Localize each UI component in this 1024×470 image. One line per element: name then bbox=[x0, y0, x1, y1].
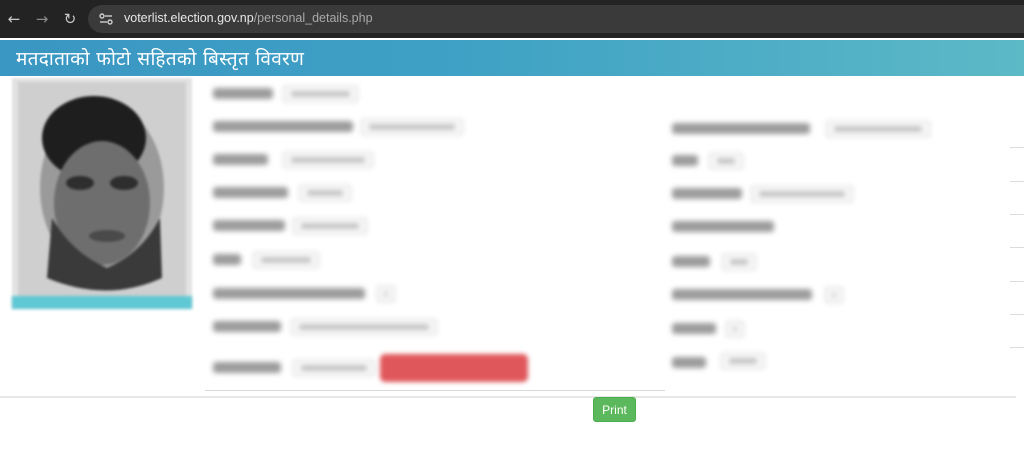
back-arrow-icon[interactable]: ← bbox=[4, 9, 24, 29]
redacted-value bbox=[708, 152, 744, 170]
redacted-label bbox=[672, 289, 812, 300]
panel-edge bbox=[1016, 76, 1024, 396]
site-settings-icon[interactable] bbox=[98, 11, 114, 27]
redacted-value bbox=[292, 359, 376, 377]
print-button[interactable]: Print bbox=[593, 397, 636, 422]
redacted-value bbox=[282, 151, 374, 169]
redacted-label bbox=[213, 321, 281, 332]
redacted-label bbox=[213, 154, 268, 165]
redacted-value bbox=[292, 217, 368, 235]
url-domain: voterlist.election.gov.np bbox=[124, 11, 254, 25]
redacted-label bbox=[672, 357, 706, 368]
reload-icon[interactable]: ↻ bbox=[60, 9, 80, 29]
browser-toolbar: ← → ↻ voterlist.election.gov.np/personal… bbox=[0, 0, 1024, 38]
url-path: /personal_details.php bbox=[253, 11, 373, 25]
redacted-label bbox=[672, 323, 716, 334]
photo-caption-strip bbox=[12, 296, 192, 309]
redacted-label bbox=[672, 256, 710, 267]
divider bbox=[1010, 347, 1024, 348]
redacted-value bbox=[721, 253, 757, 271]
divider bbox=[1010, 147, 1024, 148]
divider bbox=[1010, 181, 1024, 182]
redacted-value bbox=[720, 352, 766, 370]
redacted-label bbox=[213, 362, 281, 373]
divider bbox=[1010, 314, 1024, 315]
redacted-label bbox=[672, 155, 698, 166]
redacted-label bbox=[672, 221, 774, 232]
redacted-value bbox=[282, 85, 359, 103]
forward-arrow-icon[interactable]: → bbox=[32, 9, 52, 29]
redacted-action-button[interactable] bbox=[380, 354, 528, 382]
page-title: मतदाताको फोटो सहितको बिस्तृत विवरण bbox=[16, 48, 305, 70]
redacted-label bbox=[213, 220, 285, 231]
redacted-value bbox=[725, 320, 745, 338]
divider bbox=[1010, 247, 1024, 248]
redacted-value bbox=[298, 184, 352, 202]
redacted-label bbox=[213, 187, 288, 198]
redacted-label bbox=[213, 288, 365, 299]
redacted-value bbox=[376, 285, 396, 303]
url-text: voterlist.election.gov.np/personal_detai… bbox=[124, 11, 373, 25]
redacted-value bbox=[290, 318, 438, 336]
redacted-label bbox=[213, 88, 273, 99]
page-header-banner: मतदाताको फोटो सहितको बिस्तृत विवरण bbox=[0, 40, 1024, 76]
redacted-label bbox=[672, 188, 742, 199]
details-divider bbox=[205, 390, 665, 391]
redacted-label bbox=[213, 254, 241, 265]
redacted-label bbox=[672, 123, 810, 134]
redacted-value bbox=[750, 185, 854, 203]
voter-photo bbox=[12, 78, 192, 308]
redacted-value bbox=[824, 286, 844, 304]
redacted-value bbox=[825, 120, 931, 138]
divider bbox=[1010, 214, 1024, 215]
divider bbox=[1010, 281, 1024, 282]
redacted-value bbox=[360, 118, 464, 136]
redacted-value bbox=[252, 251, 320, 269]
redacted-label bbox=[213, 121, 353, 132]
address-bar[interactable]: voterlist.election.gov.np/personal_detai… bbox=[88, 5, 1024, 33]
